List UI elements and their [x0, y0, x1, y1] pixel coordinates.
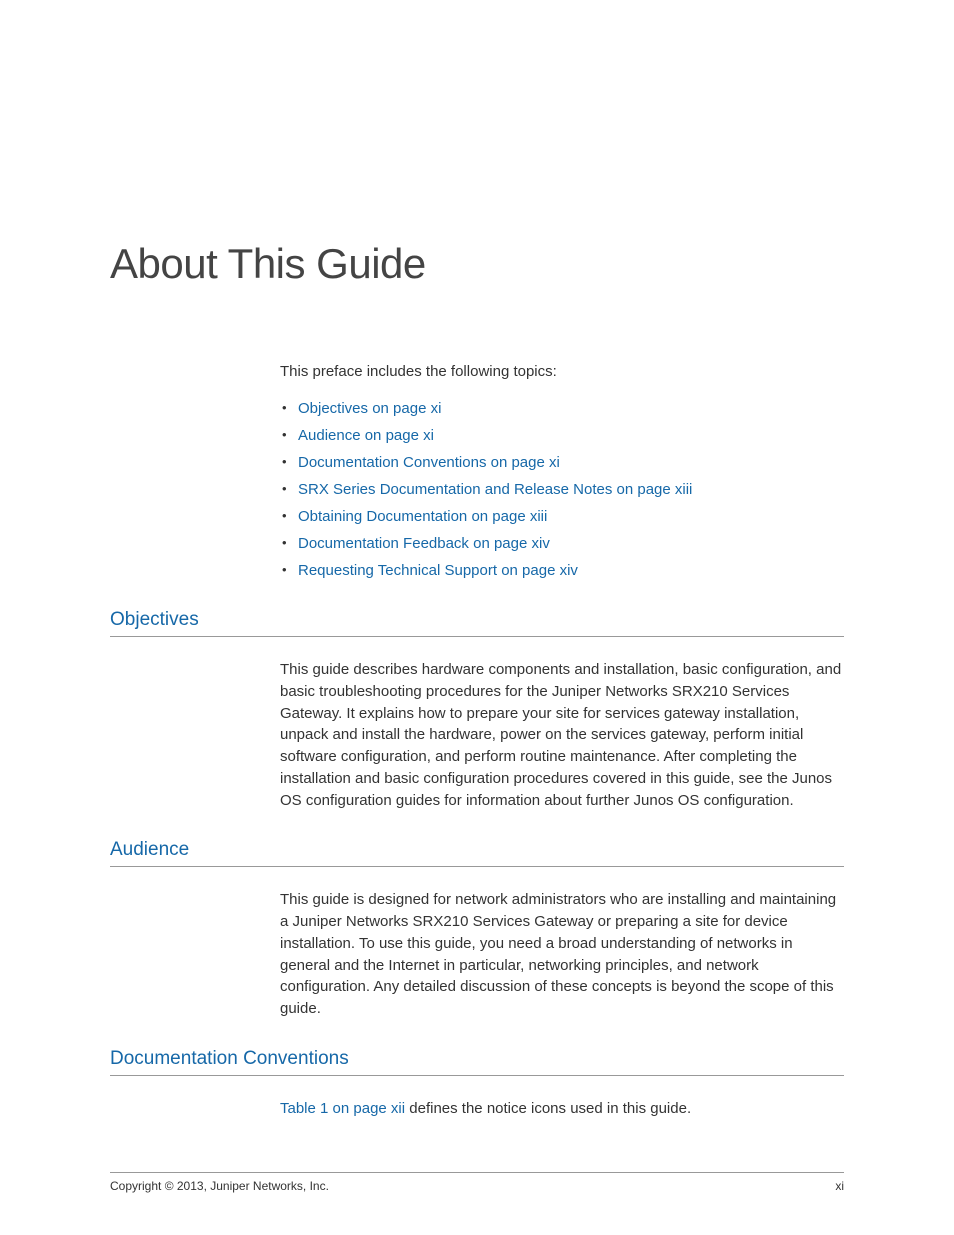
topic-link-conventions[interactable]: Documentation Conventions on page xi	[280, 454, 844, 471]
page-footer: Copyright © 2013, Juniper Networks, Inc.…	[110, 1172, 844, 1193]
intro-text: This preface includes the following topi…	[280, 363, 844, 380]
topic-link-feedback[interactable]: Documentation Feedback on page xiv	[280, 535, 844, 552]
section-body-conventions: Table 1 on page xii defines the notice i…	[280, 1098, 844, 1120]
conventions-body-rest: defines the notice icons used in this gu…	[405, 1100, 691, 1117]
table-link[interactable]: Table 1 on page xii	[280, 1100, 405, 1117]
topic-link-objectives[interactable]: Objectives on page xi	[280, 400, 844, 417]
section-heading-audience: Audience	[110, 839, 844, 867]
page-title: About This Guide	[110, 240, 844, 288]
topic-link-srx-docs[interactable]: SRX Series Documentation and Release Not…	[280, 481, 844, 498]
section-heading-conventions: Documentation Conventions	[110, 1048, 844, 1076]
topic-link-support[interactable]: Requesting Technical Support on page xiv	[280, 562, 844, 579]
topic-link-obtaining[interactable]: Obtaining Documentation on page xiii	[280, 508, 844, 525]
section-body-audience: This guide is designed for network admin…	[280, 889, 844, 1020]
page-number: xi	[835, 1179, 844, 1193]
section-body-objectives: This guide describes hardware components…	[280, 659, 844, 811]
section-heading-objectives: Objectives	[110, 609, 844, 637]
topic-link-audience[interactable]: Audience on page xi	[280, 427, 844, 444]
document-page: About This Guide This preface includes t…	[0, 0, 954, 1235]
copyright-text: Copyright © 2013, Juniper Networks, Inc.	[110, 1179, 329, 1193]
topic-list: Objectives on page xi Audience on page x…	[280, 400, 844, 579]
